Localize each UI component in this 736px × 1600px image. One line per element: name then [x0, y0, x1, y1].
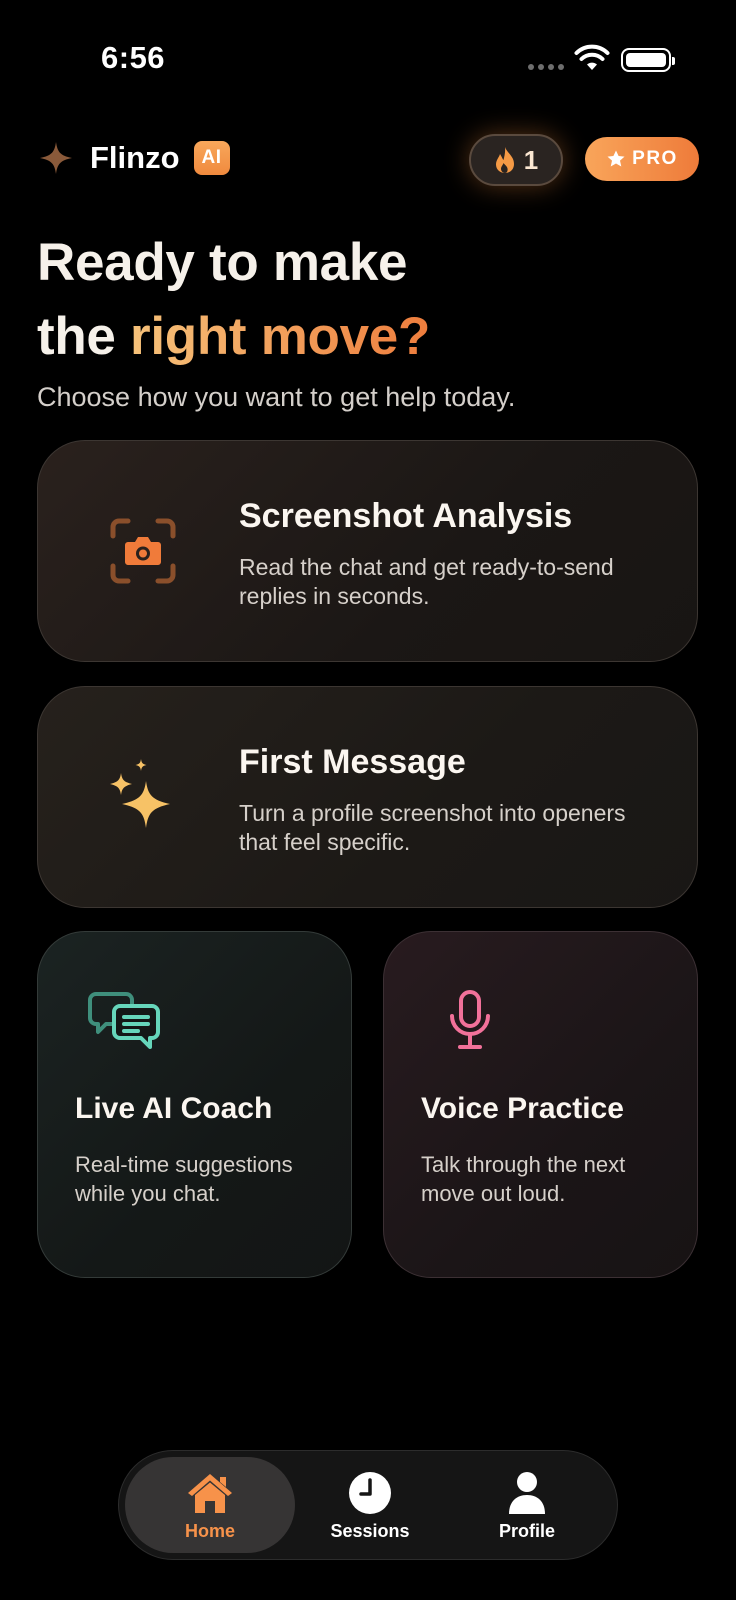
card-title: Voice Practice	[421, 1092, 624, 1125]
card-title: Live AI Coach	[75, 1092, 273, 1125]
card-description: Talk through the next move out loud.	[421, 1152, 626, 1206]
clock-icon	[349, 1472, 391, 1514]
status-bar: 6:56	[0, 0, 736, 120]
status-time: 6:56	[101, 40, 166, 75]
person-icon	[509, 1472, 545, 1514]
headline-accent: right move?	[130, 307, 431, 366]
flame-icon	[495, 147, 514, 173]
brand-sparkle-icon	[40, 142, 72, 174]
voice-practice-card[interactable]: Voice Practice Talk through the next mov…	[383, 931, 698, 1278]
wifi-icon	[574, 44, 610, 70]
brand-header: Flinzo AI	[38, 136, 230, 180]
ai-badge: AI	[193, 141, 230, 175]
headline-line-1: Ready to make	[37, 233, 408, 292]
battery-icon	[621, 48, 675, 72]
streak-button[interactable]: 1	[469, 134, 563, 186]
tab-home[interactable]: Home	[125, 1457, 295, 1553]
page-title: Ready to make the right move?	[37, 226, 430, 374]
bottom-tab-bar: Home Sessions Profile	[118, 1450, 618, 1560]
sparkles-icon	[110, 759, 170, 828]
page-subtitle: Choose how you want to get help today.	[37, 382, 516, 412]
star-icon	[607, 150, 625, 167]
card-title: First Message	[239, 743, 466, 781]
card-description: Turn a profile screenshot into openers t…	[239, 800, 626, 855]
tab-sessions[interactable]: Sessions	[285, 1457, 455, 1553]
headline-prefix: the	[37, 307, 131, 366]
pro-label: PRO	[632, 148, 678, 169]
chat-bubbles-icon	[88, 992, 160, 1049]
card-description: Read the chat and get ready-to-send repl…	[239, 554, 614, 609]
home-icon	[188, 1474, 232, 1513]
pro-button[interactable]: PRO	[585, 137, 699, 181]
camera-scan-icon	[110, 518, 176, 584]
tab-label: Home	[184, 1521, 235, 1541]
tab-label: Profile	[498, 1521, 555, 1541]
tab-profile[interactable]: Profile	[442, 1457, 612, 1553]
headline-line-2: the right move?	[37, 300, 430, 374]
tab-label: Sessions	[330, 1521, 410, 1541]
brand-name: Flinzo	[90, 140, 180, 175]
screenshot-analysis-card[interactable]: Screenshot Analysis Read the chat and ge…	[37, 440, 698, 662]
live-ai-coach-card[interactable]: Live AI Coach Real-time suggestions whil…	[37, 931, 352, 1278]
card-description: Real-time suggestions while you chat.	[75, 1152, 293, 1206]
microphone-icon	[450, 990, 490, 1049]
first-message-card[interactable]: First Message Turn a profile screenshot …	[37, 686, 698, 908]
cellular-signal-icon	[528, 64, 564, 72]
streak-count: 1	[523, 144, 539, 175]
card-title: Screenshot Analysis	[239, 497, 573, 535]
